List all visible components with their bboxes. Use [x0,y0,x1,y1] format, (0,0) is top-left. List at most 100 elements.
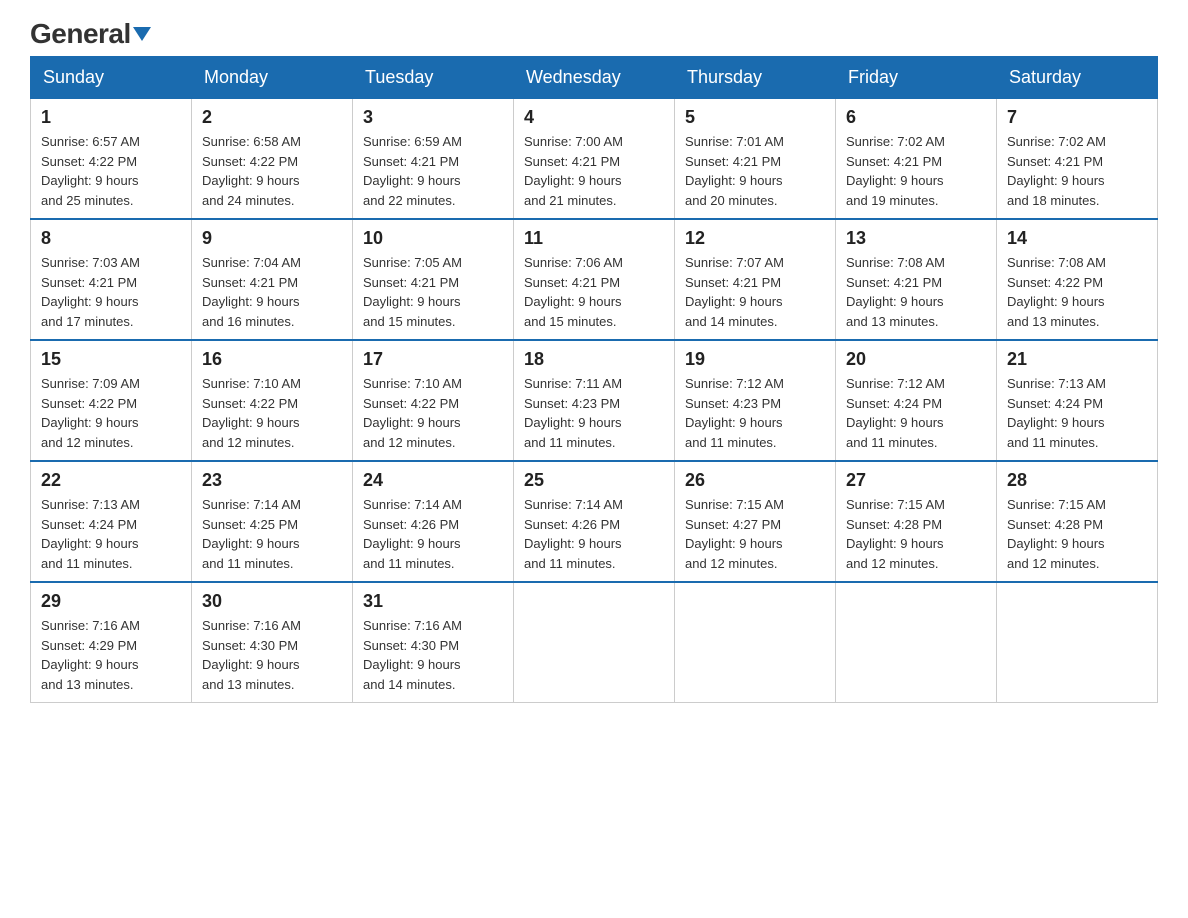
week-row-4: 22 Sunrise: 7:13 AMSunset: 4:24 PMDayligh… [31,461,1158,582]
day-number: 26 [685,470,825,491]
day-number: 30 [202,591,342,612]
weekday-header-row: Sunday Monday Tuesday Wednesday Thursday… [31,57,1158,99]
calendar-cell: 20Sunrise: 7:12 AMSunset: 4:24 PMDayligh… [836,340,997,461]
logo: General [30,20,151,46]
day-info: Sunrise: 6:58 AMSunset: 4:22 PMDaylight:… [202,132,342,210]
day-number: 25 [524,470,664,491]
calendar-cell: 13 Sunrise: 7:08 AMSunset: 4:21 PMDayligh… [836,219,997,340]
day-number: 29 [41,591,181,612]
day-number: 1 [41,107,181,128]
day-info: Sunrise: 7:10 AMSunset: 4:22 PMDaylight:… [202,374,342,452]
header-monday: Monday [192,57,353,99]
day-info: Sunrise: 7:05 AMSunset: 4:21 PMDaylight:… [363,253,503,331]
calendar-cell: 22 Sunrise: 7:13 AMSunset: 4:24 PMDayligh… [31,461,192,582]
calendar-cell: 11 Sunrise: 7:06 AMSunset: 4:21 PMDayligh… [514,219,675,340]
day-number: 13 [846,228,986,249]
calendar-cell: 8Sunrise: 7:03 AMSunset: 4:21 PMDaylight… [31,219,192,340]
day-info: Sunrise: 7:13 AMSunset: 4:24 PMDaylight:… [41,495,181,573]
day-number: 18 [524,349,664,370]
day-number: 21 [1007,349,1147,370]
day-info: Sunrise: 7:14 AMSunset: 4:26 PMDaylight:… [363,495,503,573]
day-info: Sunrise: 7:04 AMSunset: 4:21 PMDaylight:… [202,253,342,331]
calendar-cell: 6 Sunrise: 7:02 AMSunset: 4:21 PMDaylight… [836,99,997,220]
day-number: 11 [524,228,664,249]
day-number: 2 [202,107,342,128]
calendar-cell [997,582,1158,703]
calendar-cell: 16 Sunrise: 7:10 AMSunset: 4:22 PMDayligh… [192,340,353,461]
calendar-cell: 27 Sunrise: 7:15 AMSunset: 4:28 PMDayligh… [836,461,997,582]
day-info: Sunrise: 7:13 AMSunset: 4:24 PMDaylight:… [1007,374,1147,452]
page-header: General [30,20,1158,46]
day-number: 28 [1007,470,1147,491]
calendar-table: Sunday Monday Tuesday Wednesday Thursday… [30,56,1158,703]
calendar-cell: 1 Sunrise: 6:57 AMSunset: 4:22 PMDaylight… [31,99,192,220]
calendar-cell: 25 Sunrise: 7:14 AMSunset: 4:26 PMDayligh… [514,461,675,582]
day-number: 27 [846,470,986,491]
day-number: 31 [363,591,503,612]
calendar-cell: 4 Sunrise: 7:00 AMSunset: 4:21 PMDaylight… [514,99,675,220]
calendar-cell: 29Sunrise: 7:16 AMSunset: 4:29 PMDayligh… [31,582,192,703]
week-row-1: 1 Sunrise: 6:57 AMSunset: 4:22 PMDaylight… [31,99,1158,220]
week-row-3: 15 Sunrise: 7:09 AMSunset: 4:22 PMDayligh… [31,340,1158,461]
calendar-cell: 26 Sunrise: 7:15 AMSunset: 4:27 PMDayligh… [675,461,836,582]
day-info: Sunrise: 7:02 AMSunset: 4:21 PMDaylight:… [846,132,986,210]
calendar-cell [675,582,836,703]
day-info: Sunrise: 7:01 AMSunset: 4:21 PMDaylight:… [685,132,825,210]
day-number: 23 [202,470,342,491]
day-number: 12 [685,228,825,249]
calendar-cell: 12 Sunrise: 7:07 AMSunset: 4:21 PMDayligh… [675,219,836,340]
day-info: Sunrise: 7:14 AMSunset: 4:26 PMDaylight:… [524,495,664,573]
day-number: 5 [685,107,825,128]
day-number: 3 [363,107,503,128]
day-number: 16 [202,349,342,370]
day-info: Sunrise: 7:03 AMSunset: 4:21 PMDaylight:… [41,253,181,331]
day-info: Sunrise: 7:10 AMSunset: 4:22 PMDaylight:… [363,374,503,452]
day-info: Sunrise: 7:00 AMSunset: 4:21 PMDaylight:… [524,132,664,210]
day-info: Sunrise: 7:12 AMSunset: 4:23 PMDaylight:… [685,374,825,452]
calendar-cell: 2 Sunrise: 6:58 AMSunset: 4:22 PMDaylight… [192,99,353,220]
calendar-cell: 10Sunrise: 7:05 AMSunset: 4:21 PMDayligh… [353,219,514,340]
calendar-cell: 14 Sunrise: 7:08 AMSunset: 4:22 PMDayligh… [997,219,1158,340]
week-row-5: 29Sunrise: 7:16 AMSunset: 4:29 PMDayligh… [31,582,1158,703]
header-wednesday: Wednesday [514,57,675,99]
calendar-cell: 15 Sunrise: 7:09 AMSunset: 4:22 PMDayligh… [31,340,192,461]
day-info: Sunrise: 6:57 AMSunset: 4:22 PMDaylight:… [41,132,181,210]
day-info: Sunrise: 7:06 AMSunset: 4:21 PMDaylight:… [524,253,664,331]
calendar-cell: 30Sunrise: 7:16 AMSunset: 4:30 PMDayligh… [192,582,353,703]
calendar-cell: 9 Sunrise: 7:04 AMSunset: 4:21 PMDaylight… [192,219,353,340]
day-number: 9 [202,228,342,249]
calendar-cell: 17Sunrise: 7:10 AMSunset: 4:22 PMDayligh… [353,340,514,461]
day-number: 24 [363,470,503,491]
header-friday: Friday [836,57,997,99]
calendar-cell: 18Sunrise: 7:11 AMSunset: 4:23 PMDayligh… [514,340,675,461]
header-thursday: Thursday [675,57,836,99]
day-info: Sunrise: 7:08 AMSunset: 4:21 PMDaylight:… [846,253,986,331]
calendar-cell: 5 Sunrise: 7:01 AMSunset: 4:21 PMDaylight… [675,99,836,220]
day-info: Sunrise: 7:09 AMSunset: 4:22 PMDaylight:… [41,374,181,452]
day-info: Sunrise: 7:16 AMSunset: 4:30 PMDaylight:… [363,616,503,694]
day-number: 6 [846,107,986,128]
day-number: 14 [1007,228,1147,249]
day-number: 15 [41,349,181,370]
logo-general: General [30,20,131,48]
calendar-cell: 28Sunrise: 7:15 AMSunset: 4:28 PMDayligh… [997,461,1158,582]
calendar-cell: 3Sunrise: 6:59 AMSunset: 4:21 PMDaylight… [353,99,514,220]
day-info: Sunrise: 7:14 AMSunset: 4:25 PMDaylight:… [202,495,342,573]
logo-triangle-icon [133,27,151,41]
header-saturday: Saturday [997,57,1158,99]
day-number: 19 [685,349,825,370]
day-number: 7 [1007,107,1147,128]
day-number: 4 [524,107,664,128]
day-info: Sunrise: 7:02 AMSunset: 4:21 PMDaylight:… [1007,132,1147,210]
day-number: 20 [846,349,986,370]
header-tuesday: Tuesday [353,57,514,99]
calendar-cell: 23 Sunrise: 7:14 AMSunset: 4:25 PMDayligh… [192,461,353,582]
day-number: 22 [41,470,181,491]
day-info: Sunrise: 7:15 AMSunset: 4:27 PMDaylight:… [685,495,825,573]
calendar-cell [836,582,997,703]
day-info: Sunrise: 7:07 AMSunset: 4:21 PMDaylight:… [685,253,825,331]
header-sunday: Sunday [31,57,192,99]
day-info: Sunrise: 7:08 AMSunset: 4:22 PMDaylight:… [1007,253,1147,331]
day-info: Sunrise: 7:15 AMSunset: 4:28 PMDaylight:… [846,495,986,573]
calendar-cell: 31 Sunrise: 7:16 AMSunset: 4:30 PMDayligh… [353,582,514,703]
